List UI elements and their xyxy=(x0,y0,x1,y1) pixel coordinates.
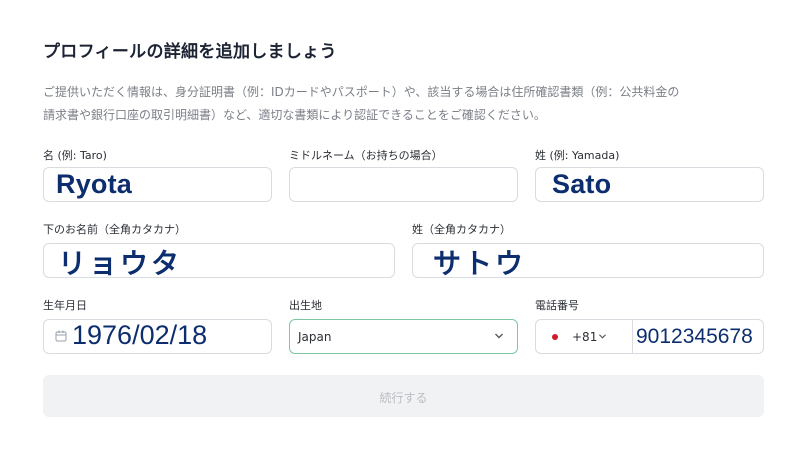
first-name-kana-label: 下のお名前（全角カタカナ） xyxy=(43,223,186,236)
form-description: ご提供いただく情報は、身分証明書（例：IDカードやパスポート）や、該当する場合は… xyxy=(43,85,680,122)
profile-details-form: プロフィールの詳細を追加しましょう ご提供いただく情報は、身分証明書（例：IDカ… xyxy=(0,0,800,450)
calendar-icon xyxy=(55,330,67,342)
phone-divider xyxy=(632,320,633,353)
last-name-kana-value: サトウ xyxy=(433,248,527,279)
birth-place-label: 出生地 xyxy=(289,299,322,312)
country-chevron-icon xyxy=(599,334,606,339)
phone-label: 電話番号 xyxy=(535,299,579,312)
birth-place-value: Japan xyxy=(298,330,332,344)
japan-flag-icon xyxy=(552,334,558,340)
middle-name-field[interactable] xyxy=(289,167,518,202)
birth-date-value: 1976/02/18 xyxy=(72,320,208,350)
continue-button[interactable]: 続行する xyxy=(43,375,764,417)
last-name-value: Sato xyxy=(552,169,612,199)
birth-date-label: 生年月日 xyxy=(43,299,87,312)
last-name-kana-label: 姓（全角カタカナ） xyxy=(412,223,511,236)
phone-number-value: 9012345678 xyxy=(636,325,753,348)
middle-name-label: ミドルネーム（お持ちの場合） xyxy=(289,149,443,162)
first-name-label: 名 (例: Taro) xyxy=(43,149,107,162)
first-name-value: Ryota xyxy=(56,169,133,199)
continue-button-label: 続行する xyxy=(379,391,428,405)
page-title: プロフィールの詳細を追加しましょう xyxy=(43,42,337,62)
chevron-down-icon xyxy=(495,333,503,339)
first-name-kana-value: リョウタ xyxy=(58,248,183,279)
last-name-label: 姓 (例: Yamada) xyxy=(535,149,620,162)
country-code-selector[interactable]: +81 xyxy=(572,330,597,344)
